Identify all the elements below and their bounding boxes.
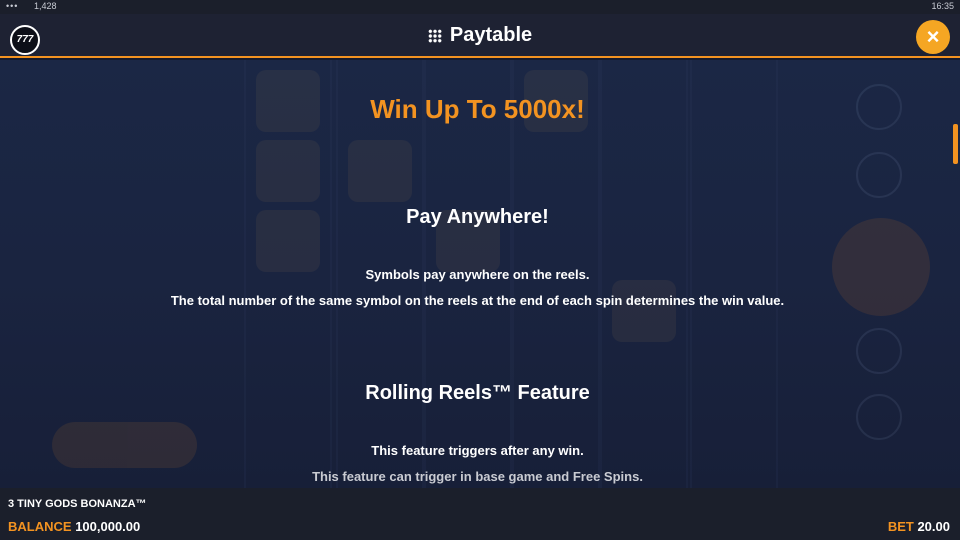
grid-icon [427, 28, 442, 43]
pay-anywhere-line: The total number of the same symbol on t… [170, 293, 785, 308]
paytable-header: 777 Paytable × [0, 14, 960, 58]
bet-display: BET 20.00 [888, 519, 950, 534]
coins-icon [856, 328, 902, 374]
balance-display: BALANCE 100,000.00 [8, 519, 140, 534]
pay-anywhere-heading: Pay Anywhere! [406, 206, 549, 228]
page-title: Paytable [449, 24, 533, 46]
rolling-reels-line: This feature triggers after any win. [371, 443, 584, 458]
game-name: 3 TINY GODS BONANZA™ [8, 498, 147, 510]
bet-label: BET [887, 519, 914, 534]
pay-anywhere-line: Symbols pay anywhere on the reels. [365, 267, 590, 282]
reel-symbol [612, 280, 676, 342]
rolling-reels-line: This feature can trigger in base game an… [312, 469, 643, 484]
game-footer: 3 TINY GODS BONANZA™ BALANCE 100,000.00 … [0, 488, 960, 540]
rolling-reels-heading: Rolling Reels™ Feature [365, 382, 590, 404]
reel-symbol [256, 140, 320, 202]
autoplay-icon [856, 152, 902, 198]
scrollbar-thumb[interactable] [953, 124, 958, 164]
status-time: 16:35 [931, 1, 954, 11]
balance-value: 100,000.00 [75, 519, 141, 534]
paytable-content[interactable]: Win Up To 5000x! Pay Anywhere! Symbols p… [0, 60, 960, 488]
close-button[interactable]: × [916, 20, 950, 54]
header-title-group: Paytable [0, 24, 960, 47]
bet-value: 20.00 [917, 519, 950, 534]
reel-symbol [348, 140, 412, 202]
max-win-headline: Win Up To 5000x! [370, 94, 585, 124]
status-bar: ••• 1,428 16:35 [0, 0, 960, 14]
notification-dots: ••• [6, 1, 19, 11]
balance-label: BALANCE [8, 519, 72, 534]
status-count: 1,428 [34, 1, 57, 11]
